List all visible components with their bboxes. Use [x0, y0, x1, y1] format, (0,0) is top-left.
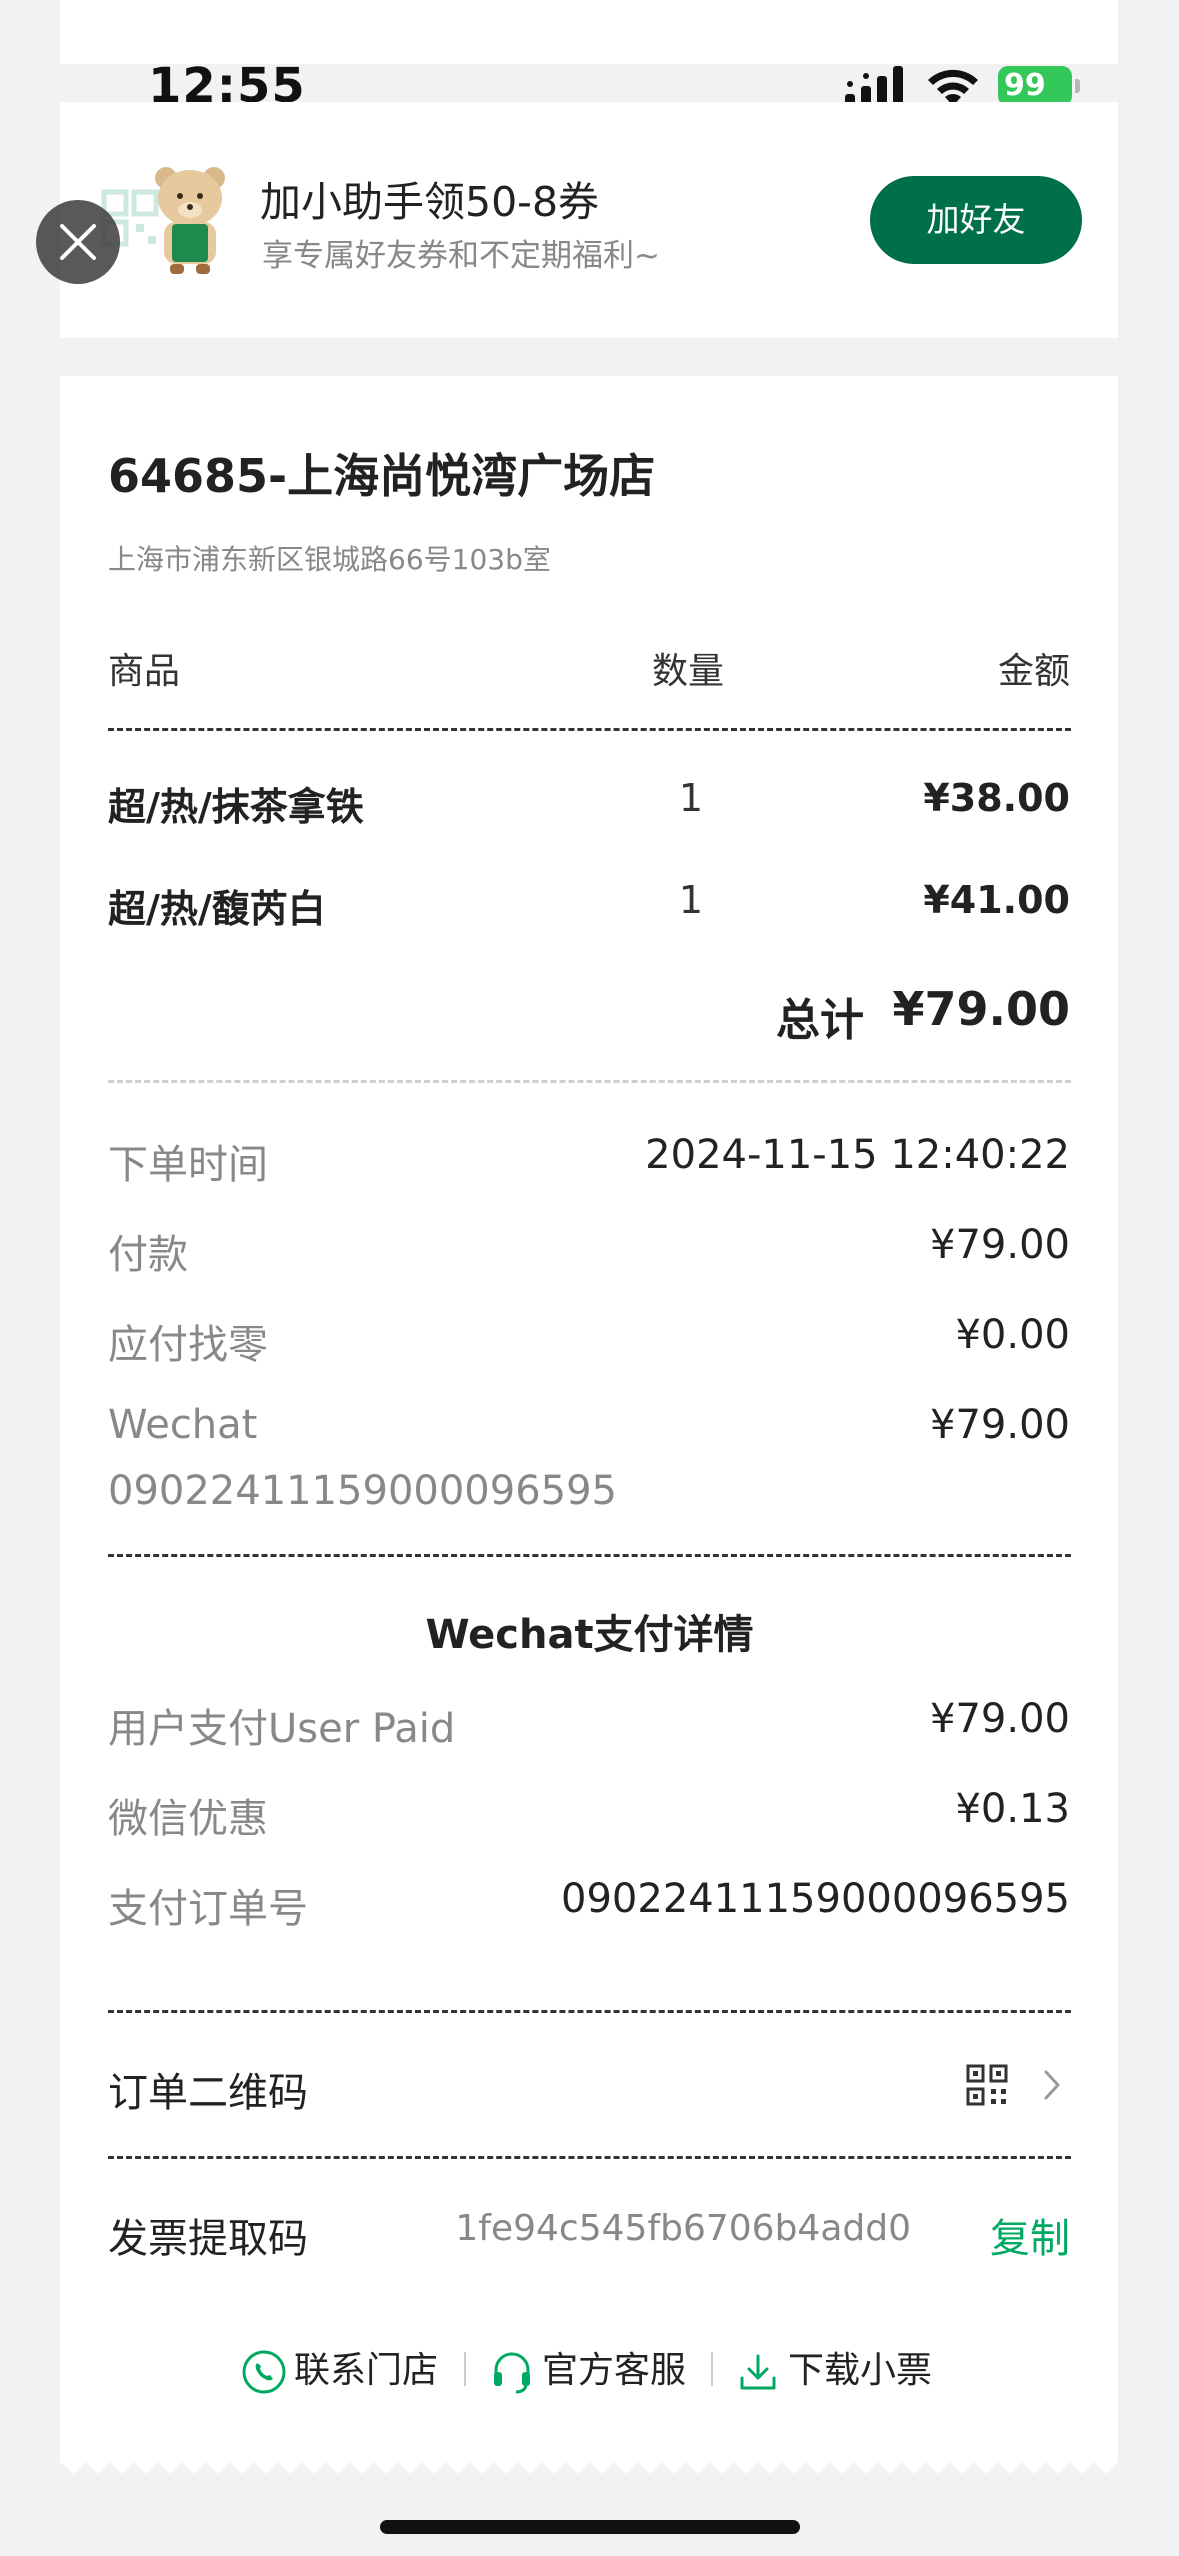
- payment-method-value: ¥79.00: [930, 1402, 1070, 1448]
- order-qr-label[interactable]: 订单二维码: [108, 2060, 308, 2118]
- receipt-zigzag-edge: [60, 2450, 1118, 2474]
- banner-subtitle: 享专属好友券和不定期福利~: [262, 238, 660, 274]
- user-paid-value: ¥79.00: [930, 1696, 1070, 1742]
- total-label: 总计: [776, 995, 864, 1046]
- contact-store-label: 联系门店: [294, 2350, 439, 2391]
- item-price: ¥41.00: [923, 878, 1070, 922]
- user-paid-label: 用户支付User Paid: [108, 1706, 456, 1752]
- item-name: 超/热/抹茶拿铁: [108, 785, 364, 829]
- chevron-right-icon[interactable]: [1040, 2068, 1064, 2102]
- divider: [108, 2156, 1071, 2159]
- invoice-code-label: 发票提取码: [108, 2216, 308, 2262]
- pay-order-no-label: 支付订单号: [108, 1886, 308, 1932]
- qr-code-icon[interactable]: [966, 2064, 1008, 2106]
- close-icon: [60, 224, 96, 260]
- header-amount: 金额: [997, 651, 1070, 692]
- phone-icon: [242, 2350, 286, 2394]
- copy-button[interactable]: 复制: [990, 2206, 1070, 2264]
- download-receipt-link[interactable]: 下载小票: [734, 2346, 932, 2396]
- divider: [108, 1554, 1071, 1557]
- payment-value: ¥79.00: [930, 1222, 1070, 1268]
- payment-method-label: Wechat: [108, 1402, 258, 1448]
- banner-title: 加小助手领50-8券: [260, 178, 600, 226]
- download-receipt-label: 下载小票: [788, 2350, 933, 2391]
- order-time-value: 2024-11-15 12:40:22: [645, 1132, 1070, 1178]
- pay-order-no-value: 09022411159000096595: [561, 1876, 1070, 1922]
- wechat-section-title: Wechat支付详情: [425, 1612, 754, 1658]
- wechat-discount-label: 微信优惠: [108, 1796, 268, 1842]
- header-qty: 数量: [652, 651, 725, 692]
- payment-label: 付款: [108, 1232, 188, 1278]
- footer-separator: [464, 2352, 466, 2386]
- customer-service-link[interactable]: 官方客服: [488, 2346, 686, 2396]
- home-indicator[interactable]: [380, 2520, 800, 2534]
- payment-method-id: 09022411159000096595: [108, 1468, 617, 1514]
- divider: [108, 728, 1071, 731]
- bear-mascot-icon: [155, 167, 225, 274]
- contact-store-link[interactable]: 联系门店: [240, 2346, 438, 2396]
- download-icon: [740, 2354, 776, 2390]
- item-qty: 1: [678, 776, 704, 820]
- invoice-code: 1fe94c545fb6706b4add0: [455, 2208, 911, 2249]
- top-strip: [60, 0, 1118, 64]
- headset-icon: [494, 2352, 530, 2394]
- change-label: 应付找零: [108, 1322, 268, 1368]
- divider: [108, 1080, 1071, 1083]
- battery-icon: 99: [998, 66, 1080, 106]
- order-time-label: 下单时间: [108, 1142, 268, 1188]
- add-friend-button[interactable]: 加好友: [870, 176, 1082, 264]
- store-address: 上海市浦东新区银城路66号103b室: [108, 543, 551, 576]
- divider: [108, 2010, 1071, 2013]
- close-button[interactable]: [36, 200, 120, 284]
- item-qty: 1: [678, 878, 704, 922]
- battery-level: 99: [998, 66, 1072, 106]
- header-item: 商品: [108, 651, 181, 692]
- total-value: ¥79.00: [892, 982, 1070, 1036]
- item-price: ¥38.00: [923, 776, 1070, 820]
- store-name: 64685-上海尚悦湾广场店: [108, 449, 656, 503]
- change-value: ¥0.00: [955, 1312, 1070, 1358]
- customer-service-label: 官方客服: [542, 2350, 687, 2391]
- footer-separator: [711, 2352, 713, 2386]
- item-name: 超/热/馥芮白: [108, 887, 326, 931]
- wechat-discount-value: ¥0.13: [955, 1786, 1070, 1832]
